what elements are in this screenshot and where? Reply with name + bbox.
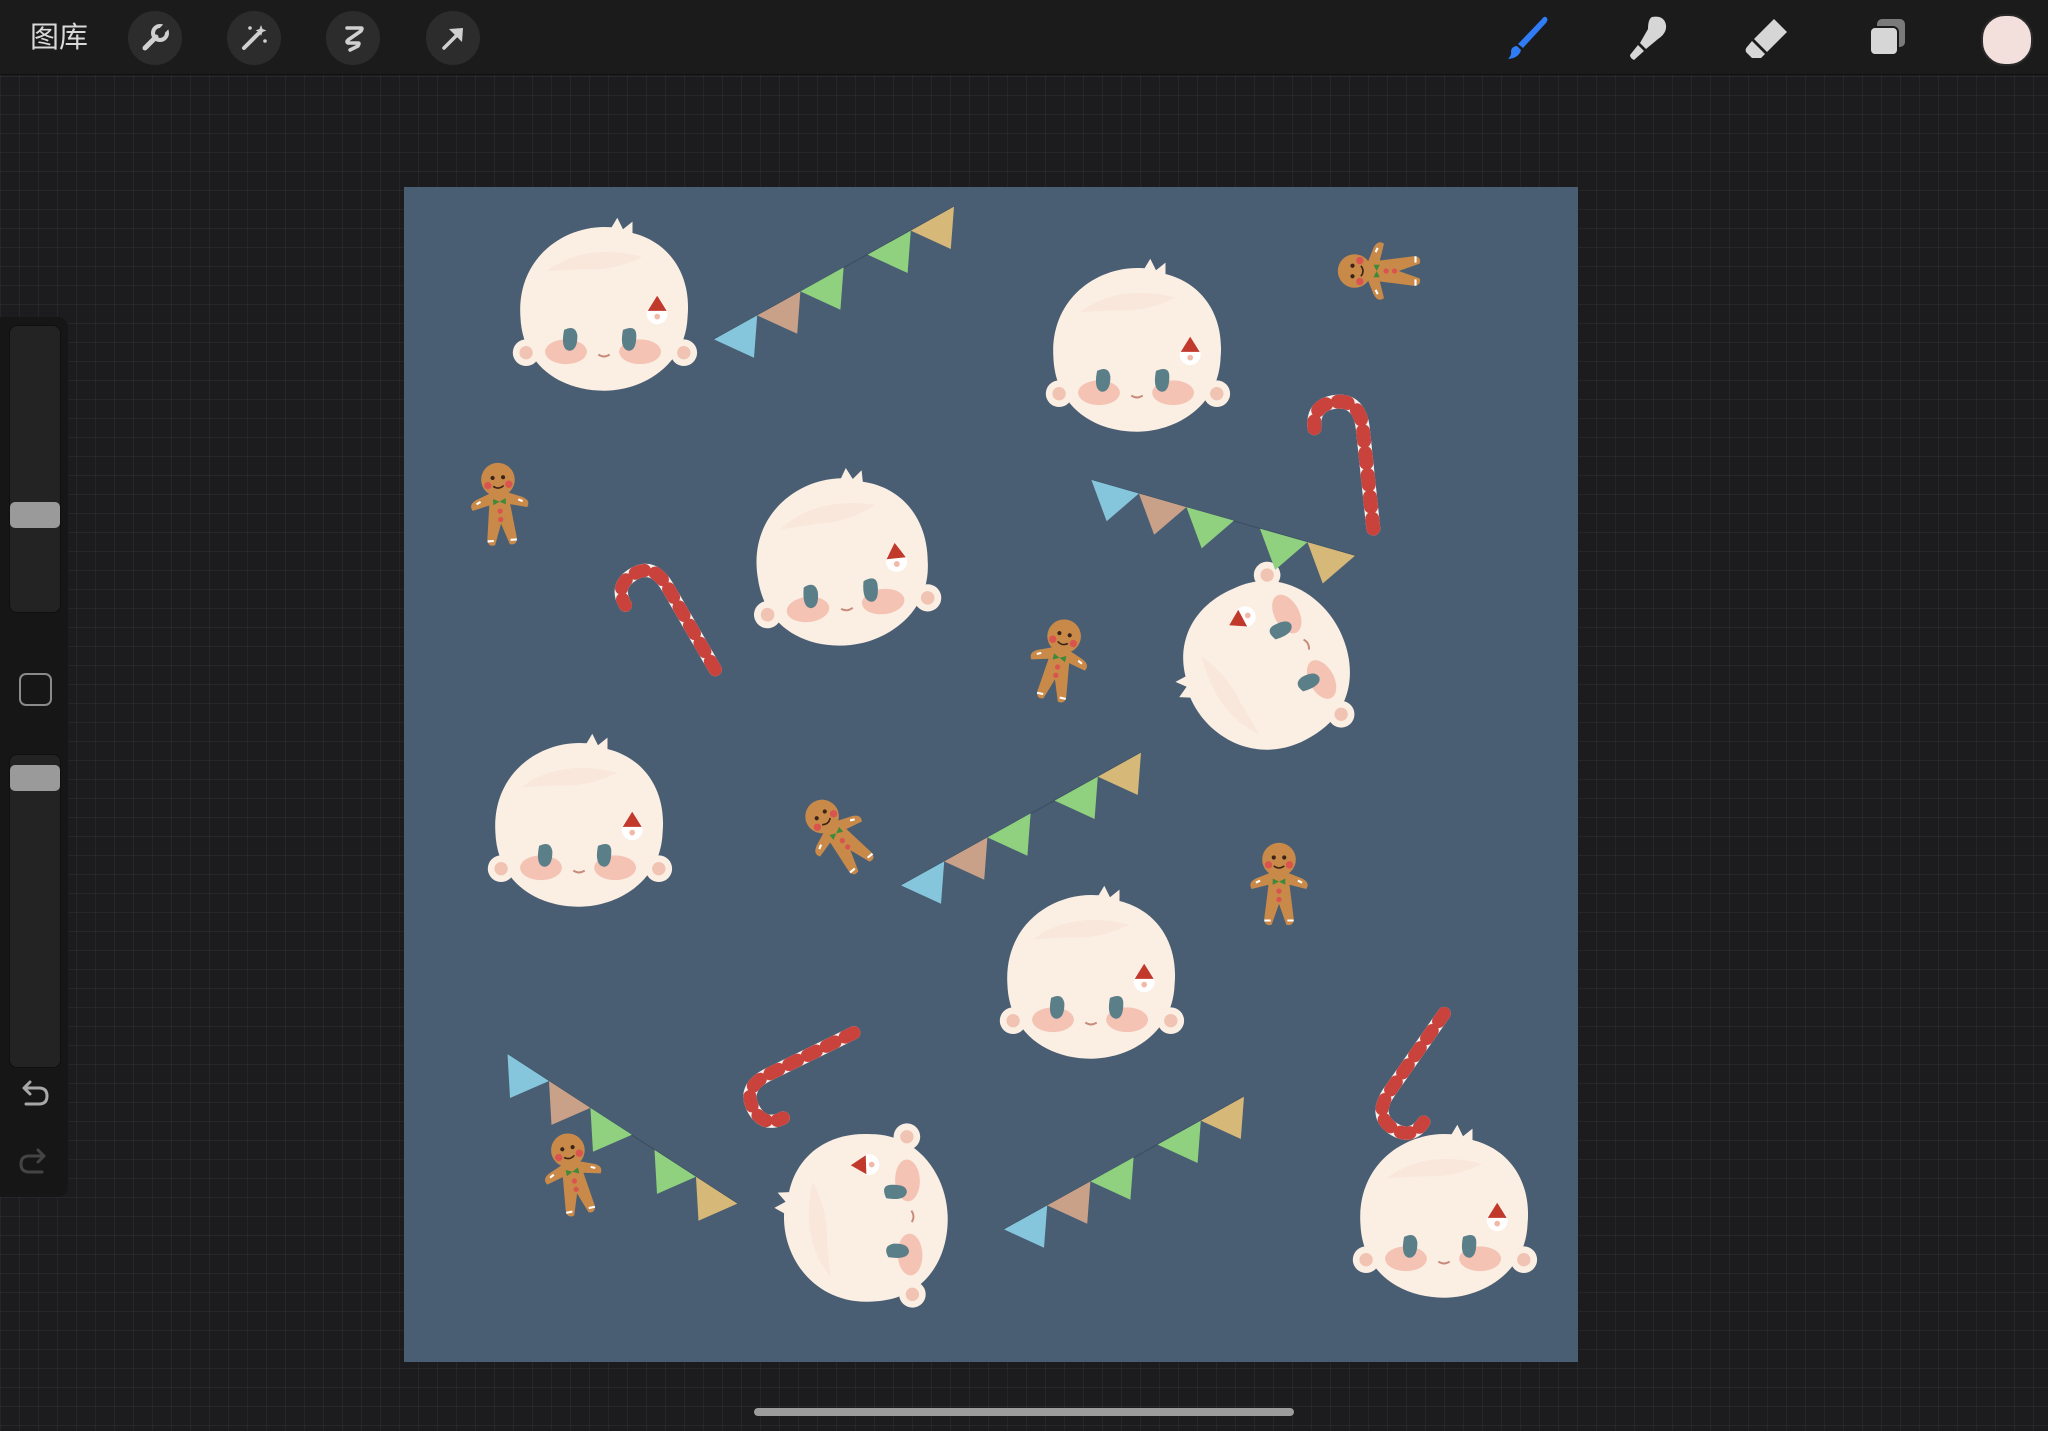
undo-icon[interactable] xyxy=(14,1075,54,1115)
character-head xyxy=(738,458,947,656)
redo-icon[interactable] xyxy=(14,1143,54,1183)
selection-button[interactable] xyxy=(326,11,380,65)
square-modifier-icon[interactable] xyxy=(19,673,52,706)
candy-cane xyxy=(1312,399,1373,533)
bunting-flags xyxy=(713,206,955,359)
bunting-flags xyxy=(1003,1095,1245,1249)
gingerbread-man xyxy=(1249,841,1309,927)
layers-icon xyxy=(1869,19,1905,56)
character-head xyxy=(1044,257,1232,433)
top-toolbar: 图库 xyxy=(0,0,2048,75)
selection-icon xyxy=(345,26,364,52)
candy-cane xyxy=(1373,1014,1481,1141)
drawing-canvas[interactable] xyxy=(404,187,1578,1362)
magic-wand-icon xyxy=(242,25,267,50)
actions-button[interactable] xyxy=(128,11,182,65)
brush-size-thumb[interactable] xyxy=(10,502,60,528)
gingerbread-man xyxy=(467,459,533,549)
opacity-thumb[interactable] xyxy=(10,765,60,791)
transform-button[interactable] xyxy=(426,11,480,65)
layers-button[interactable] xyxy=(1857,8,1917,68)
left-sidebar xyxy=(0,317,68,1197)
bunting-flags xyxy=(900,751,1142,905)
brush-tool-button[interactable] xyxy=(1497,8,1557,68)
transform-arrow-icon xyxy=(442,28,463,50)
smudge-tool-button[interactable] xyxy=(1617,8,1677,68)
character-head xyxy=(511,216,699,392)
eraser-icon xyxy=(1745,19,1787,58)
character-head xyxy=(770,1121,952,1314)
eraser-tool-button[interactable] xyxy=(1737,8,1797,68)
opacity-slider[interactable] xyxy=(9,754,61,1068)
gingerbread-man xyxy=(788,784,888,887)
character-head xyxy=(1140,544,1382,791)
gallery-button[interactable]: 图库 xyxy=(30,19,88,55)
brush-size-slider[interactable] xyxy=(9,325,61,613)
artwork xyxy=(467,206,1539,1314)
home-indicator[interactable] xyxy=(754,1408,1294,1416)
character-head xyxy=(998,884,1186,1060)
candy-cane xyxy=(614,563,715,693)
smudge-icon xyxy=(1630,16,1667,60)
wrench-icon xyxy=(142,24,169,51)
bunting-flags xyxy=(490,991,739,1276)
color-picker-button[interactable] xyxy=(1981,14,2033,66)
character-head xyxy=(486,732,674,908)
gingerbread-man xyxy=(1336,241,1422,301)
character-head xyxy=(1351,1123,1539,1299)
candy-cane xyxy=(743,1033,874,1128)
gingerbread-man xyxy=(1021,612,1097,708)
adjustments-button[interactable] xyxy=(227,11,281,65)
brush-icon xyxy=(1508,16,1548,59)
